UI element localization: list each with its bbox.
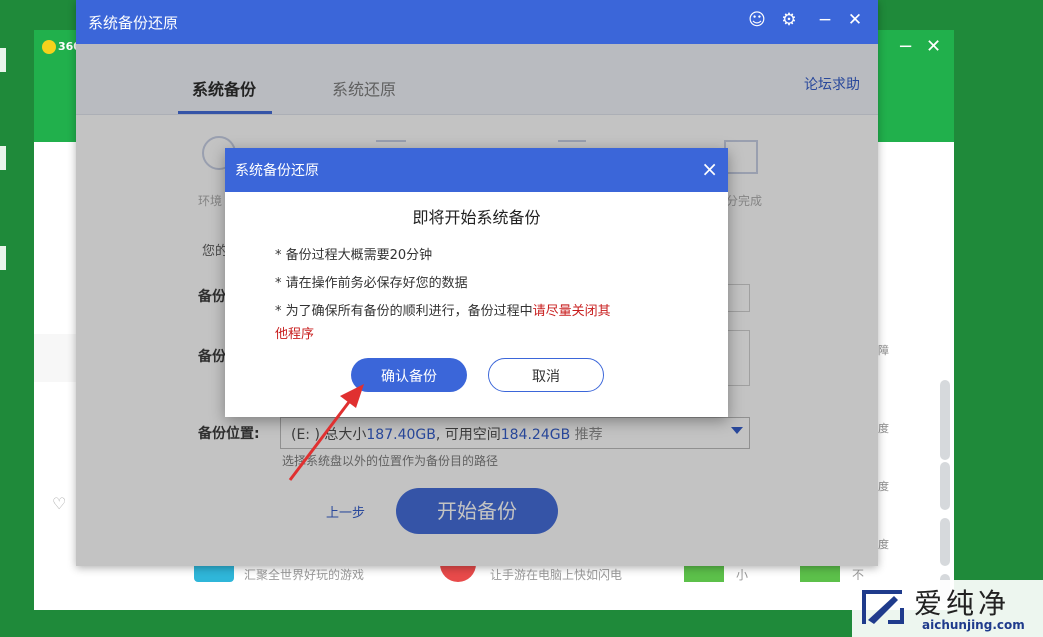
game-text[interactable]: 让手游在电脑上快如闪电 <box>490 566 622 583</box>
dialog-item: * 为了确保所有备份的顺利进行，备份过程中请尽量关闭其 <box>275 300 611 319</box>
minimize-icon[interactable]: − <box>898 36 913 57</box>
desktop-icon[interactable] <box>0 246 6 270</box>
heart-icon[interactable]: ♡ <box>52 494 66 513</box>
watermark: 爱纯净 aichunjing.com <box>852 580 1043 637</box>
close-icon[interactable]: ✕ <box>844 10 866 30</box>
game-text[interactable]: 汇聚全世界好玩的游戏 <box>244 566 364 583</box>
scrollbar-thumb[interactable] <box>940 462 950 510</box>
confirm-dialog: 系统备份还原 × 即将开始系统备份 * 备份过程大概需要20分钟 * 请在操作前… <box>225 148 728 417</box>
dialog-item-warning-cont: 他程序 <box>275 327 315 342</box>
close-icon[interactable]: ✕ <box>926 36 941 57</box>
confirm-backup-button[interactable]: 确认备份 <box>351 358 467 392</box>
cancel-button[interactable]: 取消 <box>488 358 604 392</box>
desktop-icon[interactable] <box>0 146 6 170</box>
app-title-bar: 系统备份还原 ☺ ⚙ − ✕ <box>76 0 878 44</box>
scrollbar-thumb[interactable] <box>940 380 950 460</box>
dialog-item: * 备份过程大概需要20分钟 <box>275 248 433 263</box>
game-text[interactable]: 小 <box>736 566 748 583</box>
dialog-title: 系统备份还原 <box>235 163 319 179</box>
desktop-icon[interactable] <box>0 48 6 72</box>
app-title: 系统备份还原 <box>88 14 179 32</box>
close-icon[interactable]: × <box>701 157 718 181</box>
watermark-logo-icon <box>862 590 904 624</box>
side-label: 度 <box>878 422 889 435</box>
side-label: 度 <box>878 538 889 551</box>
logo-mark-icon <box>42 40 56 54</box>
minimize-icon[interactable]: − <box>814 10 836 30</box>
gear-icon[interactable]: ⚙ <box>778 10 800 30</box>
scrollbar-thumb[interactable] <box>940 518 950 566</box>
watermark-url: aichunjing.com <box>922 618 1025 632</box>
dialog-title-bar: 系统备份还原 × <box>225 148 728 192</box>
side-label: 障 <box>878 344 889 357</box>
dialog-heading: 即将开始系统备份 <box>412 208 541 227</box>
dialog-item-text: * 为了确保所有备份的顺利进行，备份过程中 <box>275 304 533 319</box>
dialog-item: * 请在操作前务必保存好您的数据 <box>275 276 468 291</box>
dialog-item-warning: 请尽量关闭其 <box>532 304 611 319</box>
feedback-icon[interactable]: ☺ <box>746 10 768 30</box>
side-label: 度 <box>878 480 889 493</box>
watermark-title: 爱纯净 <box>914 587 1011 620</box>
